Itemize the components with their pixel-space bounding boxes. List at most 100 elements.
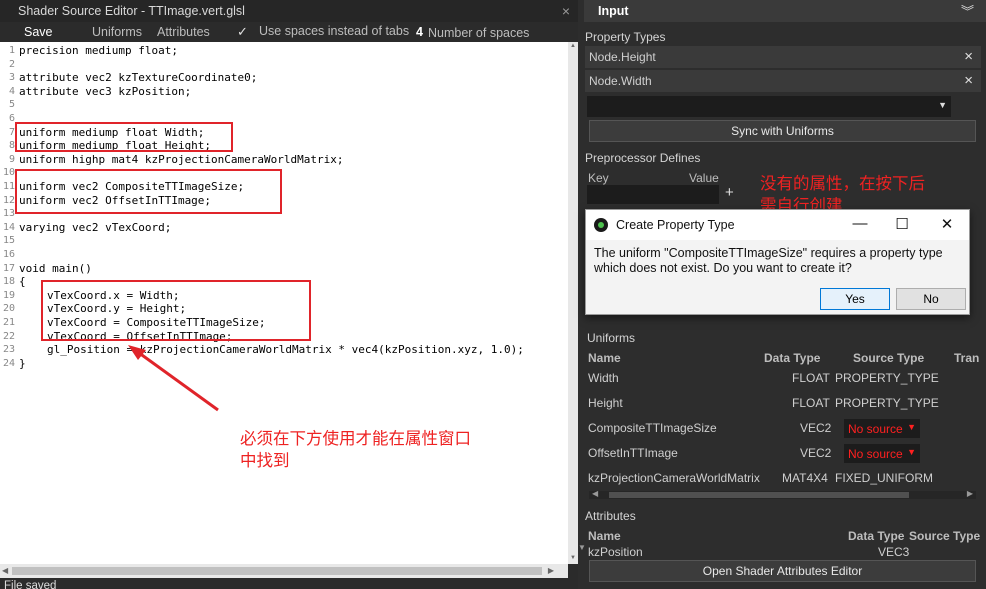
column-header-name[interactable]: Name	[588, 529, 621, 543]
uniform-type: FLOAT	[792, 371, 830, 385]
editor-title-bar: Shader Source Editor - TTImage.vert.glsl…	[0, 0, 578, 22]
line-number: 21	[2, 317, 15, 328]
column-header-data-type[interactable]: Data Type	[764, 351, 820, 365]
editor-toolbar: Save Uniforms Attributes ✓ Use spaces in…	[0, 22, 578, 42]
code-line[interactable]: 24}	[0, 357, 568, 371]
no-button[interactable]: No	[896, 288, 966, 310]
section-title: Input	[598, 4, 629, 18]
preprocessor-defines-label: Preprocessor Defines	[585, 151, 701, 165]
property-type-row[interactable]: Node.Width ×	[585, 70, 981, 92]
uniform-name: CompositeTTImageSize	[588, 421, 717, 435]
app-logo-icon	[594, 218, 608, 232]
uniforms-button[interactable]: Uniforms	[92, 25, 142, 39]
code-line[interactable]: 16	[0, 248, 568, 262]
save-button[interactable]: Save	[24, 25, 53, 39]
code-text: {	[19, 275, 26, 289]
chevron-down-icon: ▼	[938, 100, 947, 110]
column-header-name[interactable]: Name	[588, 351, 621, 365]
code-text: varying vec2 vTexCoord;	[19, 220, 172, 234]
scroll-right-icon[interactable]: ▶	[967, 489, 973, 498]
chevron-down-icon[interactable]: ︾	[961, 1, 974, 20]
code-text: }	[19, 356, 26, 370]
line-number: 2	[8, 58, 15, 70]
number-of-spaces-input[interactable]: 4	[416, 25, 423, 39]
code-line[interactable]: 2	[0, 58, 568, 72]
scrollbar-thumb[interactable]	[12, 567, 542, 575]
uniform-source[interactable]: PROPERTY_TYPE	[835, 396, 939, 410]
code-text: gl_Position = kzProjectionCameraWorldMat…	[47, 343, 524, 357]
sync-with-uniforms-button[interactable]: Sync with Uniforms	[589, 120, 976, 142]
line-number: 18	[2, 276, 15, 288]
line-number: 20	[2, 303, 15, 315]
line-number: 22	[2, 330, 15, 342]
horizontal-scrollbar[interactable]: ◀ ▶	[0, 564, 568, 578]
vertical-scrollbar[interactable]: ▲ ▼	[568, 42, 578, 564]
column-header-source-type[interactable]: Source Type	[853, 351, 924, 365]
source-type-dropdown[interactable]: No source ▼	[844, 444, 920, 463]
status-bar: File saved	[0, 578, 578, 589]
line-number: 15	[2, 235, 15, 247]
define-key-input[interactable]	[587, 185, 719, 204]
use-spaces-checkbox[interactable]: ✓	[237, 24, 248, 40]
scroll-down-icon[interactable]: ▼	[578, 543, 588, 559]
editor-title: Shader Source Editor - TTImage.vert.glsl	[18, 4, 245, 18]
property-type-dropdown[interactable]: ▼	[587, 96, 951, 117]
remove-icon[interactable]: ×	[964, 72, 973, 89]
code-text: uniform highp mat4 kzProjectionCameraWor…	[19, 152, 344, 166]
code-line[interactable]: 23 gl_Position = kzProjectionCameraWorldM…	[0, 343, 568, 357]
close-icon[interactable]: ✕	[937, 215, 957, 233]
line-number: 14	[2, 221, 15, 233]
property-type-name: Node.Width	[589, 74, 652, 88]
code-line[interactable]: 9 uniform highp mat4 kzProjectionCameraWo…	[0, 153, 568, 167]
code-text: attribute vec2 kzTextureCoordinate0;	[19, 71, 258, 85]
scroll-right-icon[interactable]: ▶	[548, 566, 554, 575]
scroll-left-icon[interactable]: ◀	[592, 489, 598, 498]
line-number: 3	[8, 72, 15, 84]
attributes-label: Attributes	[585, 509, 636, 523]
uniform-type: VEC2	[800, 421, 832, 435]
attribute-type: VEC3	[878, 545, 910, 559]
scroll-down-icon[interactable]: ▼	[569, 555, 577, 563]
uniforms-horizontal-scrollbar[interactable]: ◀ ▶	[589, 489, 976, 499]
open-shader-attributes-editor-button[interactable]: Open Shader Attributes Editor	[589, 560, 976, 582]
add-define-icon[interactable]: +	[725, 184, 734, 201]
property-type-row[interactable]: Node.Height ×	[585, 46, 981, 68]
code-line[interactable]: 3 attribute vec2 kzTextureCoordinate0;	[0, 71, 568, 85]
highlight-box-composite-offset	[15, 169, 282, 214]
column-header-data-type[interactable]: Data Type	[848, 529, 904, 543]
dialog-title-bar[interactable]: Create Property Type — ☐ ✕	[586, 210, 969, 240]
line-number: 17	[2, 262, 15, 274]
uniform-name: kzProjectionCameraWorldMatrix	[588, 471, 760, 485]
yes-button[interactable]: Yes	[820, 288, 890, 310]
scroll-left-icon[interactable]: ◀	[2, 566, 8, 575]
line-number: 6	[8, 113, 15, 124]
line-number: 7	[8, 126, 15, 138]
code-line[interactable]: 5	[0, 98, 568, 112]
line-number: 23	[2, 344, 15, 356]
code-line[interactable]: 14 varying vec2 vTexCoord;	[0, 221, 568, 235]
uniform-source[interactable]: PROPERTY_TYPE	[835, 371, 939, 385]
minimize-icon[interactable]: —	[850, 215, 870, 232]
uniform-name: OffsetInTTImage	[588, 446, 678, 460]
scroll-up-icon[interactable]: ▲	[569, 43, 577, 51]
column-header-source-type[interactable]: Source Type	[909, 529, 980, 543]
source-type-dropdown[interactable]: No source ▼	[844, 419, 920, 438]
maximize-icon[interactable]: ☐	[892, 215, 912, 233]
input-section-header[interactable]: Input ︾	[584, 0, 986, 22]
source-type-value: No source	[848, 447, 903, 461]
code-line[interactable]: 1 precision mediump float;	[0, 44, 568, 58]
uniforms-label: Uniforms	[587, 331, 636, 345]
scrollbar-thumb[interactable]	[609, 492, 909, 498]
column-header-transform[interactable]: Tran	[954, 351, 979, 365]
chevron-down-icon: ▼	[907, 422, 916, 432]
code-line[interactable]: 15	[0, 234, 568, 248]
status-text: File saved	[4, 580, 57, 589]
chevron-down-icon: ▼	[907, 447, 916, 457]
close-icon[interactable]: ×	[562, 3, 570, 19]
code-line[interactable]: 4 attribute vec3 kzPosition;	[0, 85, 568, 99]
code-line[interactable]: 17 void main()	[0, 262, 568, 276]
uniform-source[interactable]: FIXED_UNIFORM	[835, 471, 933, 485]
remove-icon[interactable]: ×	[964, 48, 973, 65]
attributes-button[interactable]: Attributes	[157, 25, 210, 39]
code-text: void main()	[19, 261, 92, 275]
